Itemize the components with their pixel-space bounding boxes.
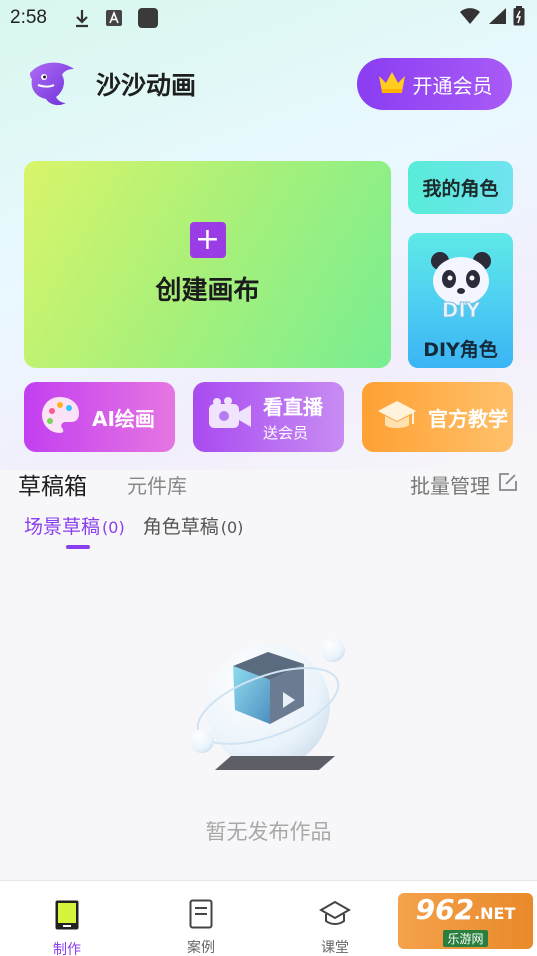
status-time: 2:58: [10, 7, 47, 28]
watch-live-title: 看直播: [263, 395, 323, 419]
dolphin-logo-icon: [22, 55, 80, 113]
vip-button[interactable]: 开通会员: [357, 58, 512, 110]
role-drafts-count: (0): [220, 518, 244, 537]
scene-drafts-count: (0): [102, 518, 125, 537]
create-canvas-label: 创建画布: [155, 276, 260, 306]
app-title: 沙沙动画: [96, 71, 197, 100]
scene-drafts-label: 场景草稿: [24, 516, 101, 538]
crown-icon: [377, 70, 407, 99]
subtab-role-drafts[interactable]: 角色草稿 (0): [143, 512, 244, 539]
graduation-cap-outline-icon: [318, 899, 352, 933]
nav-cases-label: 案例: [187, 940, 215, 956]
video-camera-icon: [207, 396, 253, 438]
tab-components[interactable]: 元件库: [127, 470, 187, 499]
official-tutorial-button[interactable]: 官方教学: [362, 382, 513, 452]
nav-make[interactable]: 制作: [0, 881, 134, 956]
vip-button-label: 开通会员: [412, 73, 493, 98]
diy-role-label: DIY角色: [423, 339, 498, 361]
watch-live-button[interactable]: 看直播 送会员: [193, 382, 344, 452]
text-a-icon: [105, 9, 123, 27]
batch-manage-button[interactable]: 批量管理: [410, 470, 518, 499]
empty-cube-illustration: [183, 626, 353, 786]
subtab-scene-drafts[interactable]: 场景草稿 (0): [24, 512, 125, 549]
app-square-icon: [137, 7, 159, 29]
ai-drawing-button[interactable]: AI绘画: [24, 382, 175, 452]
watch-live-text: 看直播 送会员: [263, 391, 323, 443]
watermark-site-name: 乐游网: [443, 929, 488, 947]
plus-icon: +: [189, 222, 226, 258]
site-watermark: 962.NET 乐游网: [398, 893, 533, 949]
nav-class[interactable]: 课堂: [268, 881, 402, 956]
edit-icon: [498, 472, 518, 497]
draft-subtabs: 场景草稿 (0) 角色草稿 (0): [24, 512, 261, 552]
panda-icon: DIY: [428, 249, 494, 325]
status-bar: 2:58: [0, 0, 537, 36]
create-canvas-card[interactable]: + 创建画布: [24, 161, 391, 368]
wifi-icon: [459, 7, 481, 30]
nav-make-label: 制作: [53, 942, 81, 956]
battery-icon: [513, 5, 525, 31]
watermark-logo: 962.NET: [415, 892, 516, 928]
download-icon: [73, 8, 91, 28]
svg-text:DIY: DIY: [441, 298, 480, 321]
nav-class-label: 课堂: [321, 940, 349, 956]
make-tablet-icon: [54, 899, 80, 935]
signal-icon: [487, 7, 507, 30]
app-header: 沙沙动画 开通会员: [22, 54, 512, 114]
my-role-label: 我的角色: [422, 178, 499, 200]
drafts-tab-row: 草稿箱 元件库 批量管理: [18, 466, 518, 502]
graduation-cap-icon: [376, 395, 418, 439]
diy-role-card[interactable]: DIY DIY角色: [408, 233, 513, 368]
role-drafts-label: 角色草稿: [142, 516, 219, 538]
watch-live-subtitle: 送会员: [263, 424, 309, 442]
document-icon: [189, 899, 213, 933]
tab-drafts[interactable]: 草稿箱: [18, 467, 87, 501]
official-tutorial-label: 官方教学: [428, 406, 508, 431]
watermark-number: 962: [415, 892, 475, 926]
palette-icon: [38, 393, 82, 441]
empty-state-message: 暂无发布作品: [205, 820, 332, 844]
nav-cases[interactable]: 案例: [134, 881, 268, 956]
ai-drawing-label: AI绘画: [92, 406, 155, 431]
watermark-net: .NET: [474, 903, 516, 923]
my-role-button[interactable]: 我的角色: [408, 161, 513, 214]
batch-manage-label: 批量管理: [410, 473, 490, 498]
